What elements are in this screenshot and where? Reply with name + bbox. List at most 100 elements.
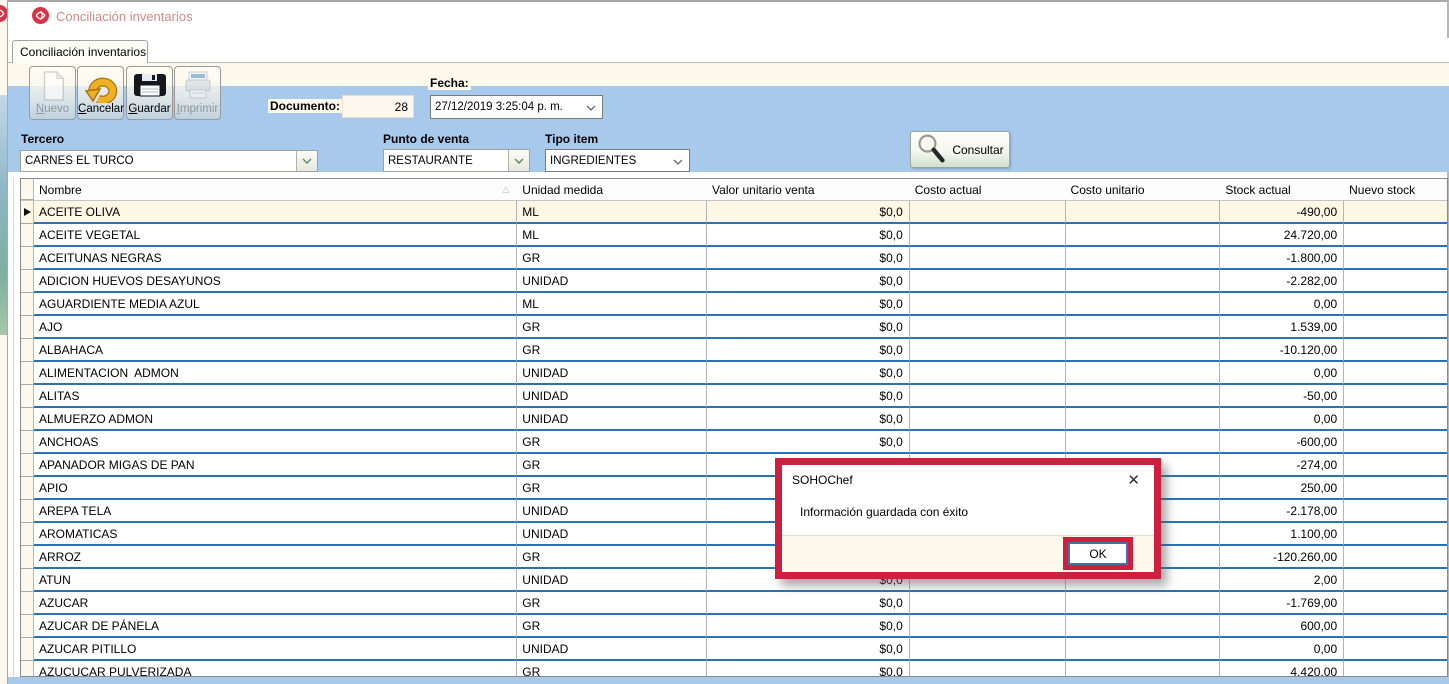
cell-unidad-medida[interactable]: ML — [517, 224, 707, 247]
cell-nuevo-stock[interactable] — [1344, 431, 1447, 454]
cell-nombre[interactable]: ALMUERZO ADMON — [34, 408, 517, 431]
row-selector[interactable] — [21, 201, 34, 224]
cell-stock-actual[interactable]: -1.800,00 — [1220, 247, 1344, 270]
row-selector[interactable] — [21, 339, 34, 362]
cell-unidad-medida[interactable]: GR — [517, 431, 707, 454]
cell-unidad-medida[interactable]: UNIDAD — [517, 500, 707, 523]
cell-costo-actual[interactable] — [910, 316, 1066, 339]
cell-nombre[interactable]: ALITAS — [34, 385, 517, 408]
cell-costo-actual[interactable] — [910, 638, 1066, 661]
tab-conciliacion-inventarios[interactable]: Conciliación inventarios — [12, 40, 148, 63]
row-selector[interactable] — [21, 592, 34, 615]
table-row[interactable]: ARROZGR$0,0-120.260,00 — [21, 546, 1447, 569]
cell-costo-actual[interactable] — [910, 385, 1066, 408]
cell-unidad-medida[interactable]: GR — [517, 339, 707, 362]
cell-valor-unitario-venta[interactable]: $0,0 — [707, 362, 910, 385]
cell-nombre[interactable]: ARROZ — [34, 546, 517, 569]
row-selector[interactable] — [21, 293, 34, 316]
cell-stock-actual[interactable]: 0,00 — [1220, 638, 1344, 661]
cell-costo-actual[interactable] — [910, 431, 1066, 454]
column-header-costo-actual[interactable]: Costo actual — [910, 179, 1066, 200]
cell-unidad-medida[interactable]: ML — [517, 293, 707, 316]
table-row[interactable]: ANCHOASGR$0,0-600,00 — [21, 431, 1447, 454]
cell-nombre[interactable]: AGUARDIENTE MEDIA AZUL — [34, 293, 517, 316]
cell-nuevo-stock[interactable] — [1344, 293, 1447, 316]
cell-nuevo-stock[interactable] — [1344, 247, 1447, 270]
fecha-combobox[interactable]: 27/12/2019 3:25:04 p. m. — [430, 95, 603, 119]
cell-unidad-medida[interactable]: UNIDAD — [517, 408, 707, 431]
column-header-stock-actual[interactable]: Stock actual — [1220, 179, 1344, 200]
cell-unidad-medida[interactable]: GR — [517, 477, 707, 500]
cell-nombre[interactable]: ADICION HUEVOS DESAYUNOS — [34, 270, 517, 293]
table-row[interactable]: APIOGR$0,0250,00 — [21, 477, 1447, 500]
cell-nombre[interactable]: APIO — [34, 477, 517, 500]
table-row[interactable]: AJOGR$0,01.539,00 — [21, 316, 1447, 339]
cell-nombre[interactable]: AZUCAR DE PÁNELA — [34, 615, 517, 638]
cell-nuevo-stock[interactable] — [1344, 408, 1447, 431]
cell-unidad-medida[interactable]: UNIDAD — [517, 362, 707, 385]
table-row[interactable]: ACEITE OLIVAML$0,0-490,00 — [21, 201, 1447, 224]
cell-costo-unitario[interactable] — [1066, 431, 1221, 454]
cell-costo-actual[interactable] — [910, 592, 1066, 615]
cell-unidad-medida[interactable]: UNIDAD — [517, 270, 707, 293]
table-row[interactable]: AGUARDIENTE MEDIA AZULML$0,00,00 — [21, 293, 1447, 316]
cell-nuevo-stock[interactable] — [1344, 362, 1447, 385]
row-selector[interactable] — [21, 500, 34, 523]
cell-valor-unitario-venta[interactable]: $0,0 — [707, 339, 910, 362]
cell-stock-actual[interactable]: -274,00 — [1220, 454, 1344, 477]
cell-unidad-medida[interactable]: ML — [517, 201, 707, 224]
cell-stock-actual[interactable]: 1.100,00 — [1220, 523, 1344, 546]
cell-valor-unitario-venta[interactable]: $0,0 — [707, 385, 910, 408]
cell-nuevo-stock[interactable] — [1344, 270, 1447, 293]
cell-nuevo-stock[interactable] — [1344, 339, 1447, 362]
tercero-combobox[interactable]: CARNES EL TURCO — [20, 150, 318, 172]
table-row[interactable]: ALITASUNIDAD$0,0-50,00 — [21, 385, 1447, 408]
cell-nuevo-stock[interactable] — [1344, 523, 1447, 546]
cell-costo-actual[interactable] — [910, 615, 1066, 638]
cell-valor-unitario-venta[interactable]: $0,0 — [707, 247, 910, 270]
cell-nombre[interactable]: ALIMENTACION ADMON — [34, 362, 517, 385]
cell-costo-actual[interactable] — [910, 362, 1066, 385]
column-header-nombre[interactable]: Nombre △ — [34, 179, 517, 200]
cell-stock-actual[interactable]: -10.120,00 — [1220, 339, 1344, 362]
table-row[interactable]: AROMATICASUNIDAD$0,01.100,00 — [21, 523, 1447, 546]
column-header-valor-unitario-venta[interactable]: Valor unitario venta — [707, 179, 910, 200]
cell-unidad-medida[interactable]: UNIDAD — [517, 569, 707, 592]
cell-nombre[interactable]: AZUCAR — [34, 592, 517, 615]
cell-costo-unitario[interactable] — [1066, 592, 1221, 615]
cell-valor-unitario-venta[interactable]: $0,0 — [707, 615, 910, 638]
cell-costo-actual[interactable] — [910, 201, 1066, 224]
row-selector[interactable] — [21, 477, 34, 500]
cell-stock-actual[interactable]: 1.539,00 — [1220, 316, 1344, 339]
row-selector[interactable] — [21, 270, 34, 293]
cell-stock-actual[interactable]: 24.720,00 — [1220, 224, 1344, 247]
ok-button[interactable]: OK — [1068, 542, 1128, 565]
cancelar-button[interactable]: Cancelar — [77, 66, 124, 120]
row-selector[interactable] — [21, 638, 34, 661]
column-header-nuevo-stock[interactable]: Nuevo stock — [1344, 179, 1447, 200]
cell-valor-unitario-venta[interactable]: $0,0 — [707, 316, 910, 339]
cell-nombre[interactable]: ALBAHACA — [34, 339, 517, 362]
table-row[interactable]: AZUCAR PITILLOUNIDAD$0,00,00 — [21, 638, 1447, 661]
cell-costo-unitario[interactable] — [1066, 362, 1221, 385]
cell-costo-unitario[interactable] — [1066, 224, 1221, 247]
table-row[interactable]: ACEITE VEGETALML$0,024.720,00 — [21, 224, 1447, 247]
cell-costo-actual[interactable] — [910, 247, 1066, 270]
table-row[interactable]: ALIMENTACION ADMONUNIDAD$0,0 0,00 — [21, 362, 1447, 385]
guardar-button[interactable]: Guardar — [126, 66, 173, 120]
cell-stock-actual[interactable]: 2,00 — [1220, 569, 1344, 592]
row-selector[interactable] — [21, 615, 34, 638]
cell-costo-actual[interactable] — [910, 339, 1066, 362]
table-row[interactable]: AZUCUCAR PULVERIZADAGR$0,04.420,00 — [21, 661, 1447, 677]
row-selector[interactable] — [21, 661, 34, 677]
cell-nuevo-stock[interactable] — [1344, 385, 1447, 408]
cell-stock-actual[interactable]: 0,00 — [1220, 362, 1344, 385]
cell-nombre[interactable]: APANADOR MIGAS DE PAN — [34, 454, 517, 477]
cell-nombre[interactable]: AJO — [34, 316, 517, 339]
cell-costo-actual[interactable] — [910, 661, 1066, 677]
cell-costo-actual[interactable] — [910, 270, 1066, 293]
cell-stock-actual[interactable]: 0,00 — [1220, 408, 1344, 431]
cell-nombre[interactable]: AZUCAR PITILLO — [34, 638, 517, 661]
cell-nuevo-stock[interactable] — [1344, 661, 1447, 677]
cell-costo-unitario[interactable] — [1066, 408, 1221, 431]
